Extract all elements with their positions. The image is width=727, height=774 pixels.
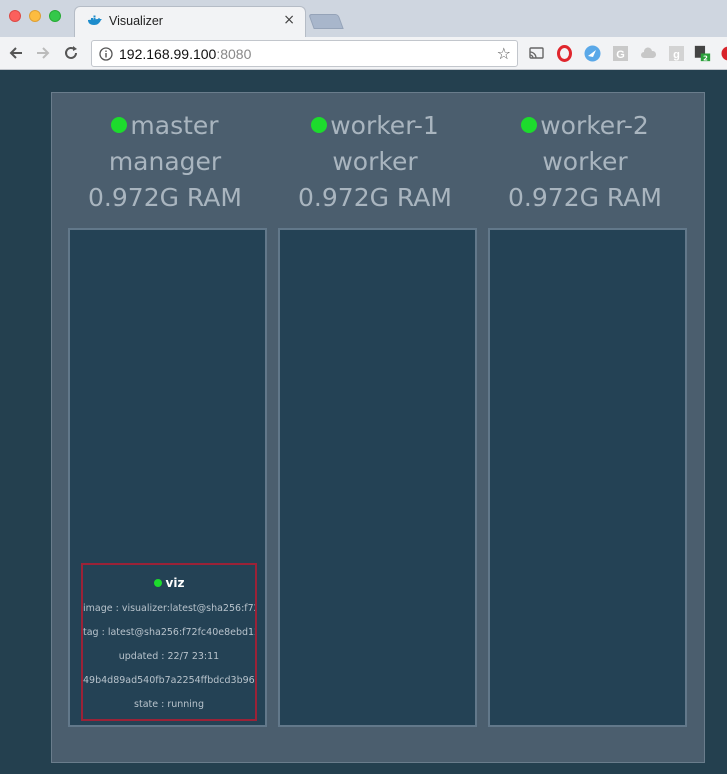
node-column-worker-2	[488, 228, 687, 727]
node-name-line: worker-1	[270, 108, 480, 144]
node-ram: 0.972G RAM	[508, 183, 662, 212]
node-name: master	[130, 111, 219, 140]
node-header-worker-2: worker-2 worker 0.972G RAM	[480, 108, 690, 216]
node-status-dot	[521, 117, 538, 133]
tab-visualizer[interactable]: Visualizer ×	[74, 6, 306, 37]
svg-text:g: g	[673, 49, 680, 61]
node-role: worker	[332, 147, 418, 176]
minimize-window-button[interactable]	[29, 10, 41, 22]
node-column-worker-1	[278, 228, 477, 727]
node-name-line: worker-2	[480, 108, 690, 144]
node-name-line: master	[60, 108, 270, 144]
swoosh-icon[interactable]	[584, 45, 601, 62]
tab-title: Visualizer	[109, 14, 163, 28]
swarm-container: master manager 0.972G RAM viz image : vi…	[51, 92, 705, 763]
svg-text:2: 2	[703, 54, 708, 62]
red-extension-icon[interactable]	[720, 45, 727, 62]
node-name: worker-1	[330, 111, 439, 140]
google-plus-icon[interactable]: g	[668, 45, 685, 62]
node-ram: 0.972G RAM	[88, 183, 242, 212]
task-name: viz	[165, 576, 185, 590]
task-image: image : visualizer:latest@sha256:f72fc40…	[83, 603, 255, 614]
reload-icon[interactable]	[61, 43, 81, 63]
back-arrow-icon[interactable]	[6, 43, 26, 63]
node-header-master: master manager 0.972G RAM	[60, 108, 270, 216]
forward-arrow-icon[interactable]	[33, 43, 53, 63]
node-column-master: viz image : visualizer:latest@sha256:f72…	[68, 228, 267, 727]
node-header-worker-1: worker-1 worker 0.972G RAM	[270, 108, 480, 216]
cast-icon[interactable]	[528, 45, 545, 62]
node-role: manager	[108, 147, 222, 176]
google-translate-icon[interactable]: G	[612, 45, 629, 62]
info-icon[interactable]	[99, 47, 113, 61]
svg-text:G: G	[616, 49, 625, 61]
close-window-button[interactable]	[9, 10, 21, 22]
node-status-dot	[111, 117, 128, 133]
cloud-icon[interactable]	[640, 45, 657, 62]
browser-toolbar: 192.168.99.100:8080 ☆ G g 2	[0, 37, 727, 70]
address-bar[interactable]: 192.168.99.100:8080 ☆	[91, 40, 518, 67]
url-port: :8080	[216, 46, 252, 62]
task-state: state : running	[134, 699, 204, 710]
task-tag: tag : latest@sha256:f72fc40e8ebd12	[83, 627, 257, 638]
docker-whale-icon	[88, 15, 102, 25]
maximize-window-button[interactable]	[49, 10, 61, 22]
visualizer-page: master manager 0.972G RAM viz image : vi…	[0, 71, 727, 774]
node-ram: 0.972G RAM	[298, 183, 452, 212]
extension-icon[interactable]: 2	[694, 45, 711, 62]
node-status-dot	[311, 117, 328, 133]
bookmark-star-icon[interactable]: ☆	[497, 44, 511, 63]
opera-icon[interactable]	[556, 45, 573, 62]
task-updated: updated : 22/7 23:11	[118, 651, 220, 662]
url-text: 192.168.99.100:8080	[119, 46, 251, 62]
node-name: worker-2	[540, 111, 649, 140]
task-name-line: viz	[83, 575, 255, 591]
task-id: 49b4d89ad540fb7a2254ffbdcd3b962	[83, 675, 257, 686]
node-role: worker	[542, 147, 628, 176]
task-card-viz[interactable]: viz image : visualizer:latest@sha256:f72…	[81, 563, 257, 721]
url-host: 192.168.99.100	[119, 46, 217, 62]
browser-titlebar: Visualizer ×	[0, 0, 727, 37]
new-tab-button[interactable]	[308, 14, 344, 29]
task-status-dot	[153, 579, 162, 587]
tab-close-icon[interactable]: ×	[283, 12, 295, 28]
